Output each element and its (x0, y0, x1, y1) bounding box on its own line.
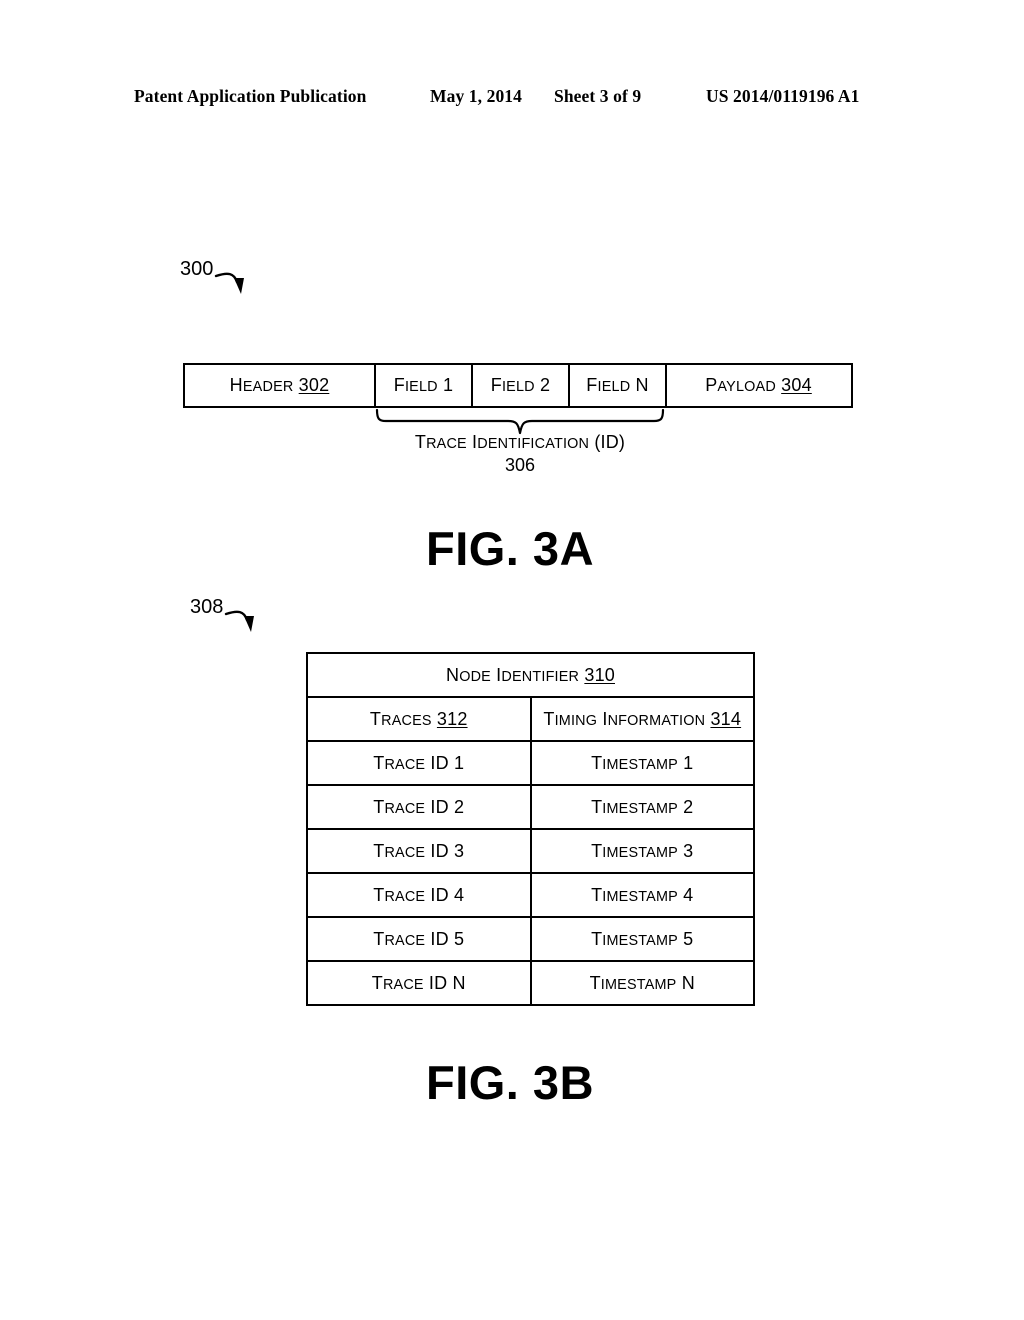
figure-3b-title: FIG. 3B (425, 1056, 595, 1109)
table-row: TRACE ID N TIMESTAMP N (306, 960, 755, 1006)
timestamp-cell: TIMESTAMP 1 (529, 740, 755, 786)
trace-id-cell-label: TRACE ID N (371, 972, 466, 993)
timestamp-cell-label: TIMESTAMP 3 (591, 840, 694, 861)
trace-id-reference: 306 (504, 455, 536, 475)
callout-300-arrow (214, 272, 244, 294)
timestamp-cell: TIMESTAMP 4 (529, 872, 755, 918)
sheet-number: Sheet 3 of 9 (554, 86, 642, 106)
trace-id-cell: TRACE ID 1 (306, 740, 532, 786)
trace-id-cell: TRACE ID 3 (306, 828, 532, 874)
patent-number: US 2014/0119196 A1 (706, 86, 860, 106)
timestamp-cell-label: TIMESTAMP 5 (591, 928, 694, 949)
trace-id-cell-label: TRACE ID 5 (373, 928, 465, 949)
timestamp-cell: TIMESTAMP 2 (529, 784, 755, 830)
table-row: TRACE ID 3 TIMESTAMP 3 (306, 828, 755, 874)
table-title-cell: NODE IDENTIFIER 310 (306, 652, 755, 698)
packet-format-diagram: HEADER 302 FIELD 1 FIELD 2 FIELD N PAYLO… (183, 363, 853, 408)
node-identifier-table: NODE IDENTIFIER 310 TRACES 312 TIMING IN… (306, 652, 755, 1006)
table-row: TRACE ID 5 TIMESTAMP 5 (306, 916, 755, 962)
trace-id-cell-label: TRACE ID 3 (373, 840, 465, 861)
table-row: TRACE ID 2 TIMESTAMP 2 (306, 784, 755, 830)
column-header-timing-label: TIMING INFORMATION 314 (543, 708, 742, 729)
trace-id-cell: TRACE ID N (306, 960, 532, 1006)
table-row: TRACE ID 4 TIMESTAMP 4 (306, 872, 755, 918)
packet-cell-fieldn: FIELD N (570, 365, 667, 406)
timestamp-cell: TIMESTAMP N (529, 960, 755, 1006)
trace-id-caption-text: TRACE IDENTIFICATION (ID) (414, 432, 626, 452)
page-header: Patent Application Publication May 1, 20… (0, 86, 1024, 116)
trace-id-cell-label: TRACE ID 2 (373, 796, 465, 817)
timestamp-cell-label: TIMESTAMP 2 (591, 796, 694, 817)
table-row-title: NODE IDENTIFIER 310 (306, 652, 755, 698)
timestamp-cell: TIMESTAMP 5 (529, 916, 755, 962)
column-header-traces: TRACES 312 (306, 696, 532, 742)
column-header-timing: TIMING INFORMATION 314 (529, 696, 755, 742)
trace-id-cell: TRACE ID 4 (306, 872, 532, 918)
packet-cell-field2: FIELD 2 (473, 365, 570, 406)
trace-id-cell: TRACE ID 5 (306, 916, 532, 962)
packet-cell-payload-label: PAYLOAD 304 (705, 375, 812, 395)
table-row: TRACE ID 1 TIMESTAMP 1 (306, 740, 755, 786)
publication-date: May 1, 2014 (430, 86, 522, 106)
node-identifier-label: NODE IDENTIFIER 310 (445, 664, 615, 685)
packet-cell-field2-label: FIELD 2 (490, 375, 551, 395)
timestamp-cell: TIMESTAMP 3 (529, 828, 755, 874)
packet-cell-payload: PAYLOAD 304 (667, 365, 850, 406)
packet-cell-header-label: HEADER 302 (229, 375, 330, 395)
column-header-traces-label: TRACES 312 (369, 708, 468, 729)
packet-cell-fieldn-label: FIELD N (586, 375, 649, 395)
figure-3a-title: FIG. 3A (425, 522, 595, 575)
packet-cell-header: HEADER 302 (185, 365, 376, 406)
trace-id-cell-label: TRACE ID 4 (373, 884, 465, 905)
timestamp-cell-label: TIMESTAMP 4 (591, 884, 694, 905)
timestamp-cell-label: TIMESTAMP N (589, 972, 695, 993)
trace-id-cell: TRACE ID 2 (306, 784, 532, 830)
timestamp-cell-label: TIMESTAMP 1 (591, 752, 694, 773)
packet-cell-field1: FIELD 1 (376, 365, 473, 406)
callout-308-label: 308 (190, 596, 224, 618)
publication-label: Patent Application Publication (134, 86, 367, 106)
trace-id-caption: TRACE IDENTIFICATION (ID) 306 (374, 432, 666, 476)
callout-300-label: 300 (180, 258, 214, 280)
packet-cell-field1-label: FIELD 1 (393, 375, 454, 395)
table-row-headers: TRACES 312 TIMING INFORMATION 314 (306, 696, 755, 742)
callout-308-arrow (224, 610, 254, 632)
trace-id-cell-label: TRACE ID 1 (373, 752, 465, 773)
